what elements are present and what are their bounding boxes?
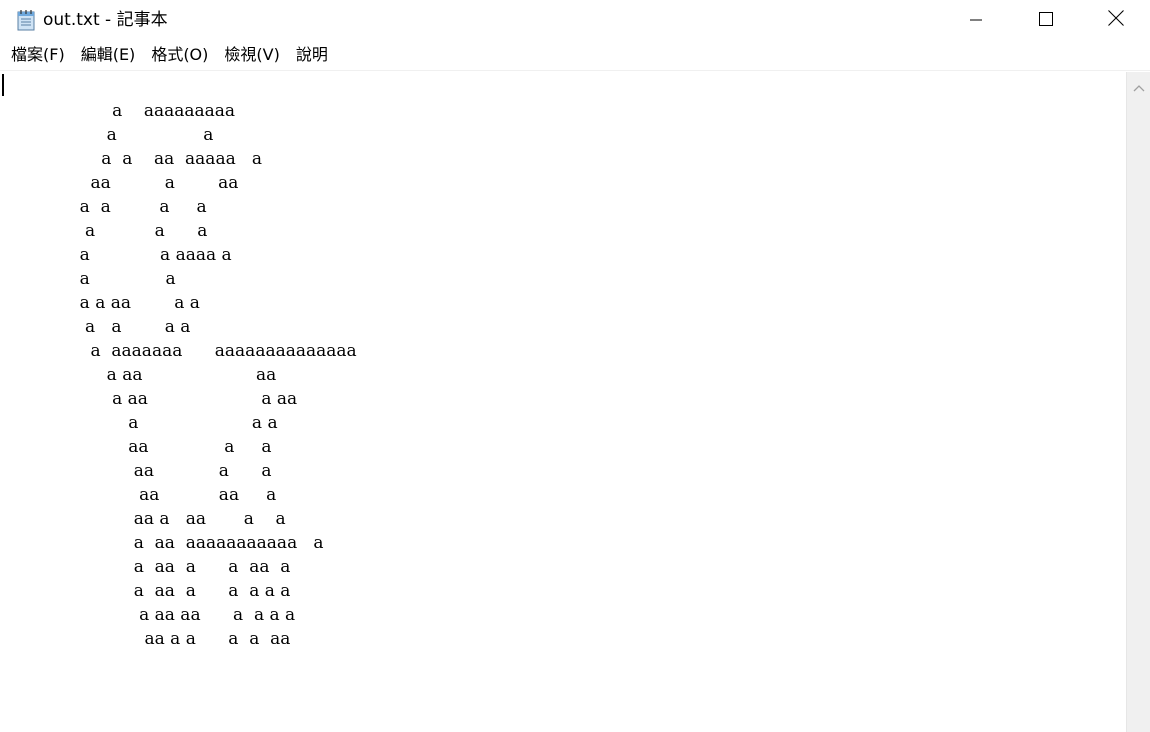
notepad-icon bbox=[16, 9, 36, 31]
menu-item-edit[interactable]: 編輯(E) bbox=[73, 42, 144, 68]
title-bar[interactable]: out.txt - 記事本 bbox=[0, 0, 1150, 40]
text-line: a a a a bbox=[4, 197, 207, 217]
menu-item-format[interactable]: 格式(O) bbox=[143, 42, 216, 68]
menu-item-view[interactable]: 檢視(V) bbox=[216, 42, 287, 68]
close-icon bbox=[1108, 10, 1124, 30]
text-line: aa a aa a a bbox=[4, 509, 286, 529]
text-line: aa a aa bbox=[4, 173, 239, 193]
text-line: a aa a aa bbox=[4, 389, 298, 409]
text-line: a aa aa bbox=[4, 365, 277, 385]
text-line: a aaaaaaa aaaaaaaaaaaaaa bbox=[4, 341, 357, 361]
text-content[interactable]: a aaaaaaaaa a a a a aa aaaaa a aa a aa a… bbox=[4, 99, 357, 651]
chevron-up-icon bbox=[1133, 77, 1145, 96]
menu-bar: 檔案(F) 編輯(E) 格式(O) 檢視(V) 說明 bbox=[0, 40, 1150, 71]
text-line: a a bbox=[4, 125, 214, 145]
text-line: a aa aa a a a a bbox=[4, 605, 296, 625]
text-line: a aa a a a a a bbox=[4, 581, 291, 601]
text-line: a a a a bbox=[4, 317, 191, 337]
window-title: out.txt - 記事本 bbox=[43, 10, 168, 30]
text-line: a a a bbox=[4, 221, 208, 241]
text-line: aa a a bbox=[4, 437, 272, 457]
close-button[interactable] bbox=[1081, 0, 1150, 40]
text-line: aa aa a bbox=[4, 485, 277, 505]
menu-item-help[interactable]: 說明 bbox=[288, 42, 336, 68]
maximize-icon bbox=[1039, 11, 1053, 30]
vertical-scrollbar[interactable] bbox=[1126, 72, 1150, 732]
text-line: a a bbox=[4, 269, 176, 289]
minimize-button[interactable] bbox=[941, 0, 1011, 40]
scroll-up-button[interactable] bbox=[1127, 72, 1150, 100]
text-line: aa a a bbox=[4, 461, 272, 481]
notepad-window: out.txt - 記事本 檔案(F) 編輯(E) 格式(O) 檢視(V) 說明 bbox=[0, 0, 1150, 732]
text-line: a aa aaaaaaaaaaa a bbox=[4, 533, 324, 553]
menu-item-file[interactable]: 檔案(F) bbox=[3, 42, 73, 68]
text-line: a a a bbox=[4, 413, 278, 433]
text-caret bbox=[2, 74, 4, 96]
maximize-button[interactable] bbox=[1011, 0, 1081, 40]
text-line: a aa a a aa a bbox=[4, 557, 291, 577]
text-line: a a aa aaaaa a bbox=[4, 149, 263, 169]
text-line: a aaaaaaaaa bbox=[4, 101, 236, 121]
text-line: a a aaaa a bbox=[4, 245, 232, 265]
minimize-icon bbox=[970, 11, 982, 30]
text-editor[interactable]: a aaaaaaaaa a a a a aa aaaaa a aa a aa a… bbox=[0, 72, 1126, 732]
text-line: a a aa a a bbox=[4, 293, 200, 313]
text-line: aa a a a a aa bbox=[4, 629, 291, 649]
